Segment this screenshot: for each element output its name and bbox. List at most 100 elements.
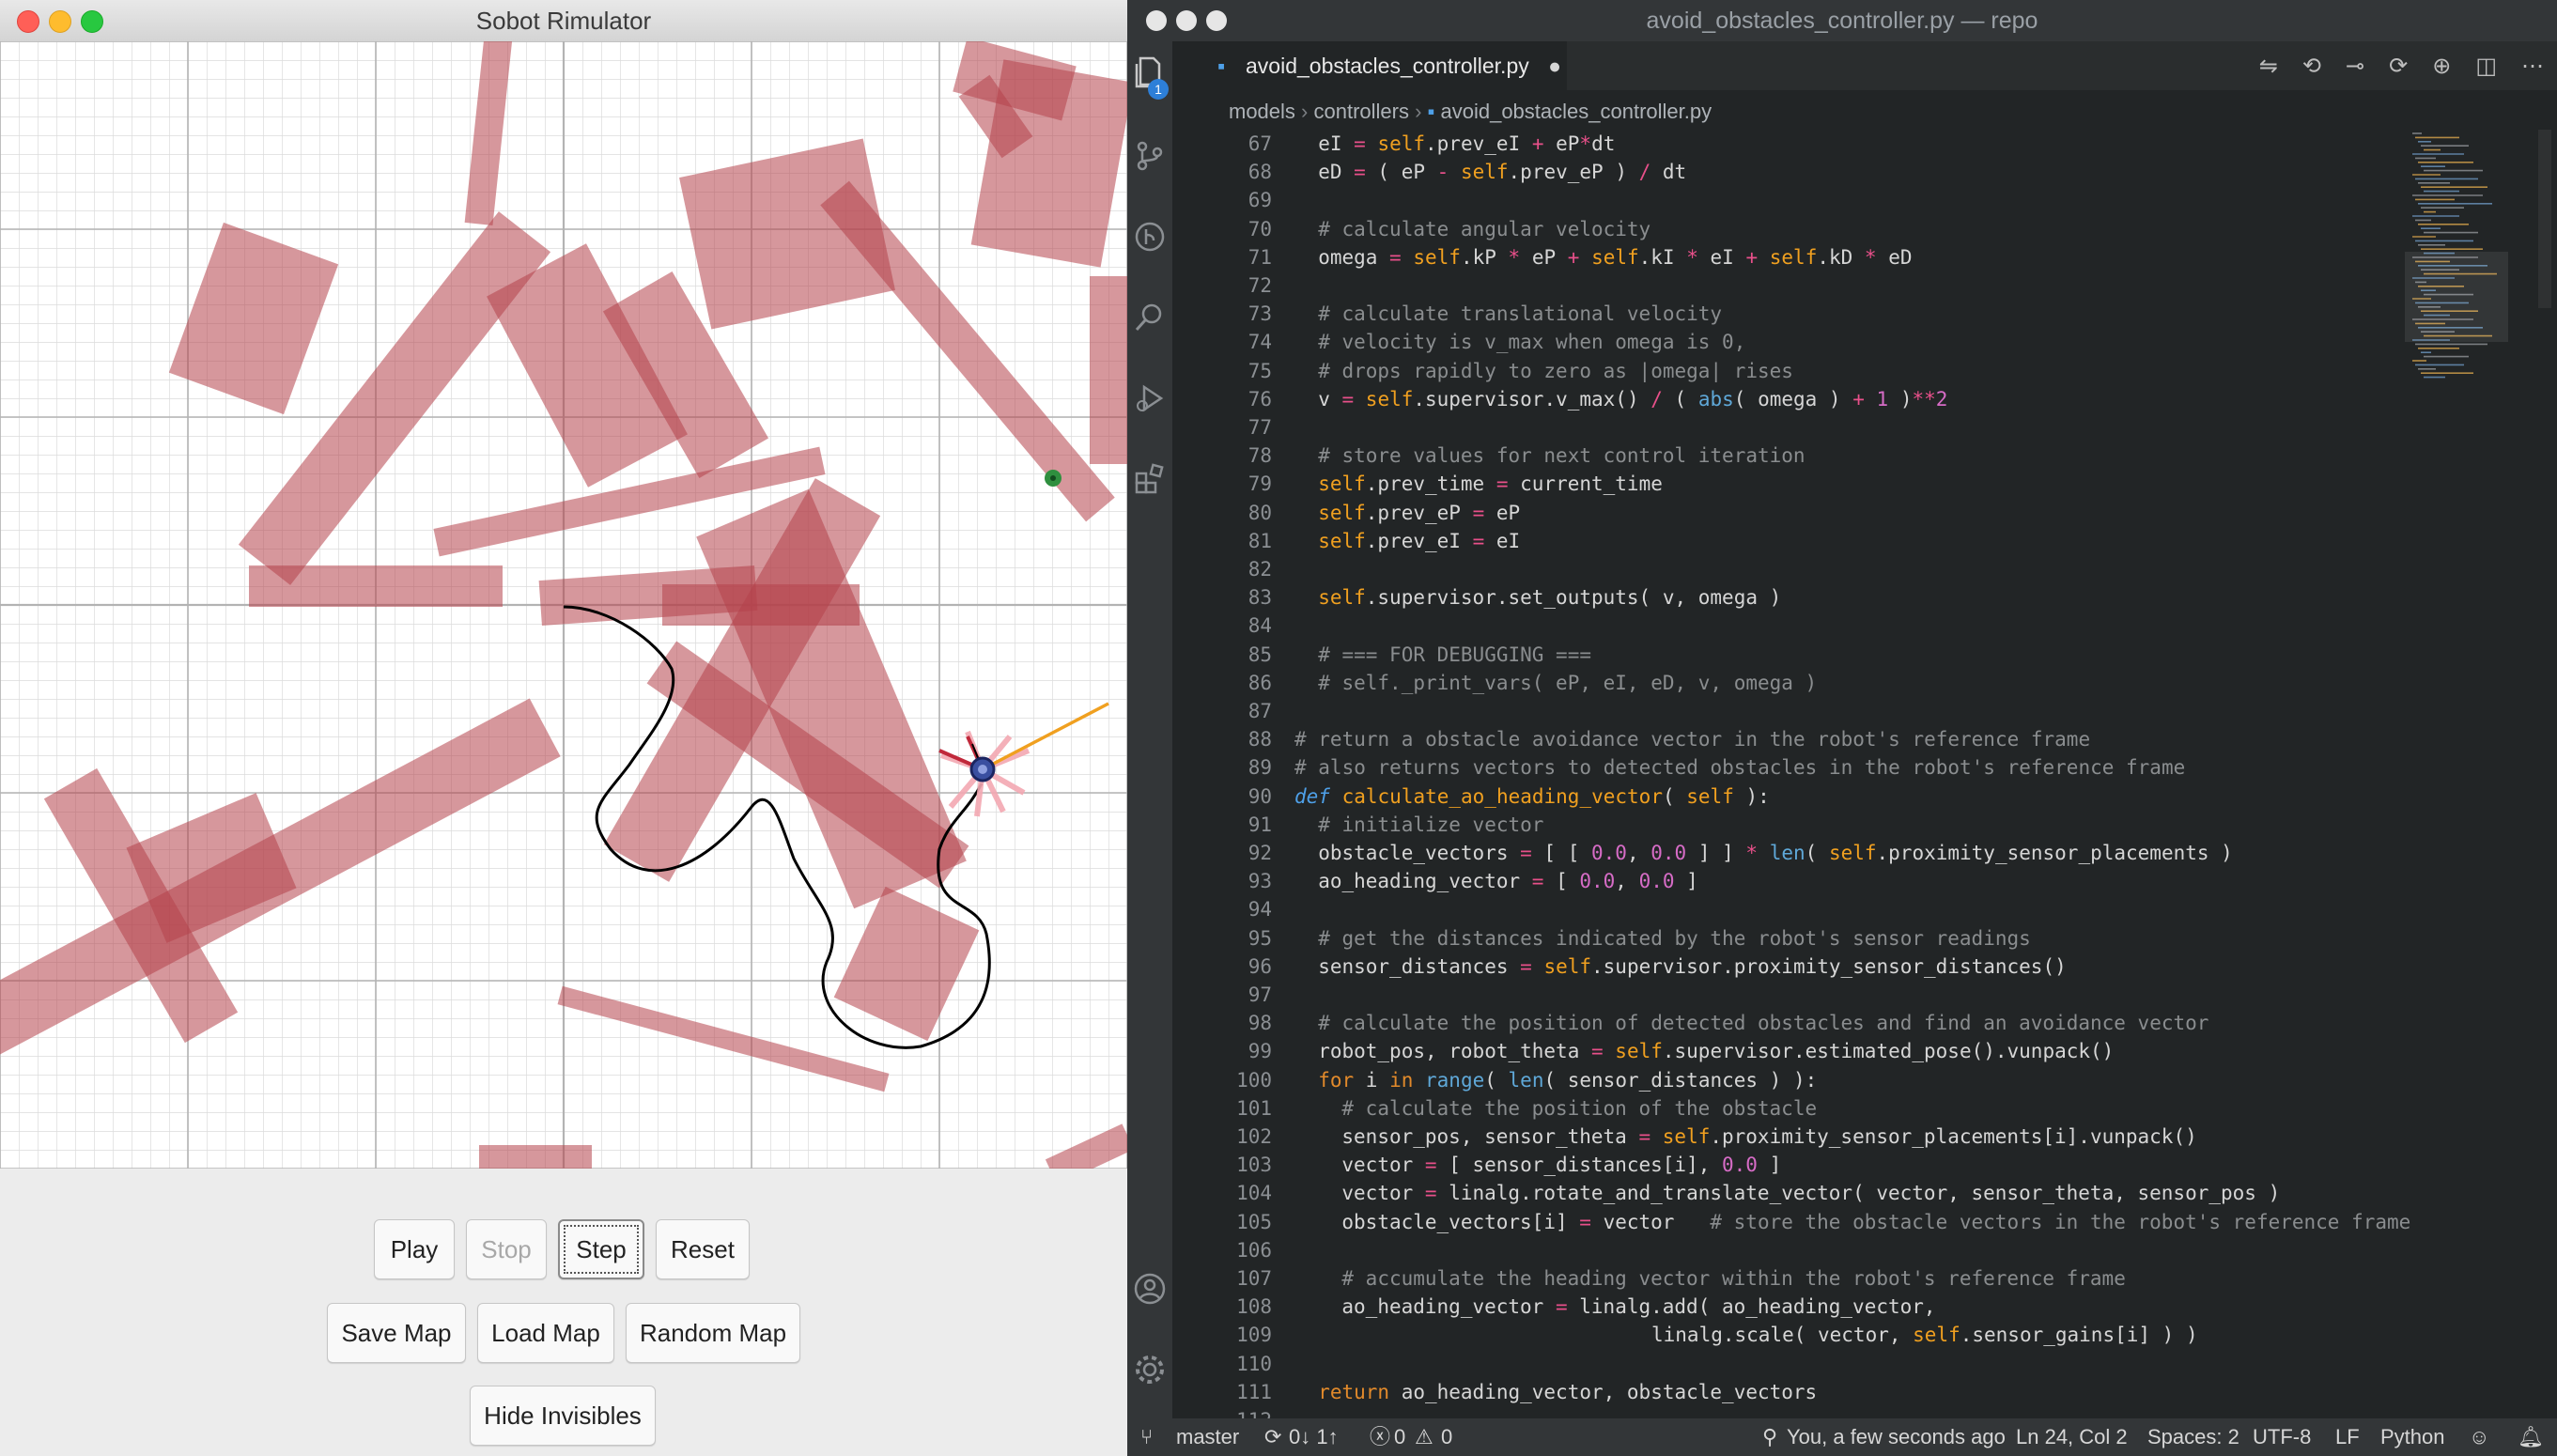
hide-invisibles-button[interactable]: Hide Invisibles <box>470 1386 656 1446</box>
split-editor-icon[interactable]: ◫ <box>2475 53 2497 80</box>
code-text[interactable]: # calculate the position of the obstacle <box>1341 1094 1817 1123</box>
code-text[interactable]: # === FOR DEBUGGING === <box>1318 641 1591 669</box>
code-text[interactable]: eI = self.prev_eI + eP*dt <box>1318 130 1615 158</box>
code-text[interactable]: # self._print_vars( eP, eI, eD, v, omega… <box>1318 669 1817 697</box>
go-back-icon[interactable]: ⟲ <box>2302 53 2321 80</box>
code-text[interactable]: sensor_pos, sensor_theta = self.proximit… <box>1341 1123 2196 1151</box>
line-number[interactable]: 101 <box>1172 1094 1272 1123</box>
code-text[interactable]: obstacle_vectors = [ [ 0.0, 0.0 ] ] * le… <box>1318 839 2233 867</box>
source-control-icon[interactable] <box>1133 139 1167 173</box>
line-number[interactable]: 75 <box>1172 357 1272 385</box>
play-button[interactable]: Play <box>374 1219 455 1279</box>
branch-name[interactable]: master <box>1176 1418 1239 1456</box>
line-endings[interactable]: LF <box>2335 1418 2360 1456</box>
line-number[interactable]: 94 <box>1172 895 1272 923</box>
load-map-button[interactable]: Load Map <box>477 1303 614 1363</box>
line-number[interactable]: 100 <box>1172 1066 1272 1094</box>
line-number[interactable]: 111 <box>1172 1378 1272 1406</box>
indentation[interactable]: Spaces: 2 <box>2147 1418 2239 1456</box>
reset-button[interactable]: Reset <box>656 1219 750 1279</box>
sync-icon[interactable]: ⟳ <box>1264 1418 1281 1456</box>
line-number[interactable]: 110 <box>1172 1350 1272 1378</box>
line-number[interactable]: 78 <box>1172 441 1272 470</box>
warning-icon[interactable]: ⚠ <box>1415 1418 1433 1456</box>
line-number[interactable]: 91 <box>1172 811 1272 839</box>
code-text[interactable]: # store values for next control iteratio… <box>1318 441 1805 470</box>
code-text[interactable]: # get the distances indicated by the rob… <box>1318 924 2031 953</box>
code-text[interactable]: vector = linalg.rotate_and_translate_vec… <box>1341 1179 2280 1207</box>
code-text[interactable]: # also returns vectors to detected obsta… <box>1294 753 2185 782</box>
line-number[interactable]: 80 <box>1172 499 1272 527</box>
code-text[interactable]: # drops rapidly to zero as |omega| rises <box>1318 357 1793 385</box>
code-text[interactable]: omega = self.kP * eP + self.kI * eI + se… <box>1318 243 1912 271</box>
code-text[interactable]: for i in range( len( sensor_distances ) … <box>1318 1066 1817 1094</box>
line-number[interactable]: 71 <box>1172 243 1272 271</box>
code-text[interactable]: robot_pos, robot_theta = self.supervisor… <box>1318 1037 2114 1065</box>
encoding[interactable]: UTF-8 <box>2253 1418 2311 1456</box>
code-text[interactable]: # accumulate the heading vector within t… <box>1341 1264 2125 1293</box>
line-number[interactable]: 99 <box>1172 1037 1272 1065</box>
blame-icon[interactable]: ⚲ <box>1762 1418 1777 1456</box>
line-number[interactable]: 105 <box>1172 1208 1272 1236</box>
git-graph-icon[interactable] <box>1133 220 1167 254</box>
random-map-button[interactable]: Random Map <box>626 1303 800 1363</box>
code-text[interactable]: # velocity is v_max when omega is 0, <box>1318 328 1745 356</box>
account-icon[interactable] <box>1133 1272 1167 1306</box>
unsaved-indicator[interactable]: ● <box>1548 54 1561 78</box>
code-text[interactable]: self.supervisor.set_outputs( v, omega ) <box>1318 583 1781 612</box>
line-number[interactable]: 97 <box>1172 981 1272 1009</box>
gitlens-icon[interactable]: ⊕ <box>2432 53 2451 80</box>
language-mode[interactable]: Python <box>2380 1418 2445 1456</box>
go-forward-icon[interactable]: ⟳ <box>2389 53 2408 80</box>
line-number[interactable]: 70 <box>1172 215 1272 243</box>
code-text[interactable]: # calculate angular velocity <box>1318 215 1650 243</box>
gear-icon[interactable] <box>1133 1353 1167 1386</box>
code-text[interactable]: sensor_distances = self.supervisor.proxi… <box>1318 953 2067 981</box>
vertical-scrollbar[interactable] <box>2538 130 2551 308</box>
minimize-window-button[interactable] <box>1176 10 1197 31</box>
zoom-window-button[interactable] <box>1206 10 1227 31</box>
line-number[interactable]: 77 <box>1172 413 1272 441</box>
code-text[interactable]: # initialize vector <box>1318 811 1543 839</box>
line-number[interactable]: 81 <box>1172 527 1272 555</box>
code-text[interactable]: linalg.scale( vector, self.sensor_gains[… <box>1651 1321 2198 1349</box>
breadcrumb-file[interactable]: avoid_obstacles_controller.py <box>1440 100 1712 123</box>
minimap[interactable] <box>2405 130 2508 383</box>
line-number[interactable]: 95 <box>1172 924 1272 953</box>
code-text[interactable]: # calculate the position of detected obs… <box>1318 1009 2208 1037</box>
code-text[interactable]: def calculate_ao_heading_vector( self ): <box>1294 782 1770 811</box>
cursor-position[interactable]: Ln 24, Col 2 <box>2016 1418 2128 1456</box>
code-text[interactable]: # calculate translational velocity <box>1318 300 1722 328</box>
line-number[interactable]: 106 <box>1172 1236 1272 1264</box>
breadcrumb-controllers[interactable]: controllers <box>1314 100 1409 123</box>
line-number[interactable]: 83 <box>1172 583 1272 612</box>
error-icon[interactable]: ⓧ <box>1370 1418 1390 1456</box>
code-text[interactable]: self.prev_eI = eI <box>1318 527 1520 555</box>
simulation-canvas[interactable] <box>0 41 1127 1169</box>
line-number[interactable]: 82 <box>1172 555 1272 583</box>
code-text[interactable]: self.prev_eP = eP <box>1318 499 1520 527</box>
line-number[interactable]: 87 <box>1172 697 1272 725</box>
commit-icon[interactable]: ⊸ <box>2346 53 2364 80</box>
line-number[interactable]: 76 <box>1172 385 1272 413</box>
extensions-icon[interactable] <box>1133 462 1167 496</box>
line-number[interactable]: 109 <box>1172 1321 1272 1349</box>
code-text[interactable]: vector = [ sensor_distances[i], 0.0 ] <box>1341 1151 1781 1179</box>
line-number[interactable]: 89 <box>1172 753 1272 782</box>
line-number[interactable]: 90 <box>1172 782 1272 811</box>
code-text[interactable]: eD = ( eP - self.prev_eP ) / dt <box>1318 158 1686 186</box>
bell-icon[interactable]: 🔔︎ <box>2518 1418 2544 1456</box>
branch-icon[interactable]: ⑂ <box>1140 1418 1153 1456</box>
more-actions-icon[interactable]: ⋯ <box>2521 53 2544 80</box>
close-window-button[interactable] <box>1146 10 1167 31</box>
code-editor[interactable]: 67 eI = self.prev_eI + eP*dt 68 eD = ( eP -… <box>1172 130 2431 1432</box>
line-number[interactable]: 73 <box>1172 300 1272 328</box>
line-number[interactable]: 102 <box>1172 1123 1272 1151</box>
code-text[interactable]: v = self.supervisor.v_max() / ( abs( ome… <box>1318 385 1947 413</box>
line-number[interactable]: 98 <box>1172 1009 1272 1037</box>
step-button[interactable]: Step <box>558 1219 644 1279</box>
sync-status[interactable]: 0↓ 1↑ <box>1289 1418 1339 1456</box>
line-number[interactable]: 72 <box>1172 271 1272 300</box>
save-map-button[interactable]: Save Map <box>327 1303 466 1363</box>
error-count[interactable]: 0 <box>1394 1418 1405 1456</box>
